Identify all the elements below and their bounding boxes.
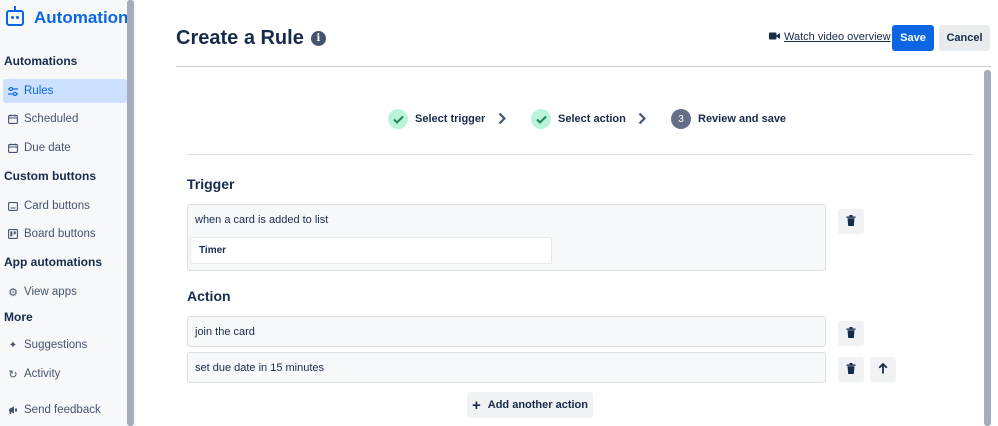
trigger-text: when a card is added to list — [195, 214, 329, 226]
step-review-and-save: 3 Review and save — [671, 109, 786, 129]
step-select-trigger: Select trigger — [388, 109, 485, 129]
sidebar-item-label: Send feedback — [24, 404, 101, 416]
section-heading-automations: Automations — [4, 54, 78, 68]
sidebar-item-scheduled[interactable]: Scheduled — [3, 107, 127, 131]
step-number: 3 — [671, 109, 691, 129]
delete-action-button[interactable] — [838, 357, 864, 382]
sidebar-item-card-buttons[interactable]: Card buttons — [3, 194, 127, 218]
chevron-right-icon — [638, 112, 647, 130]
brand[interactable]: Automation — [6, 6, 128, 30]
content-scrollbar[interactable] — [984, 70, 991, 426]
action-title: Action — [187, 288, 231, 304]
main-content: Create a Rule i Watch video overview Sav… — [136, 0, 998, 426]
refresh-icon: ↻ — [8, 368, 18, 381]
sidebar-item-send-feedback[interactable]: Send feedback — [3, 398, 127, 422]
action-text: join the card — [195, 326, 255, 338]
trigger-box[interactable]: when a card is added to list Timer — [187, 204, 826, 271]
page-title-text: Create a Rule — [176, 27, 304, 49]
sidebar-item-label: Scheduled — [24, 113, 79, 125]
sidebar: Automation Automations Rules Scheduled D… — [0, 0, 136, 426]
trash-icon — [846, 325, 856, 343]
move-up-button[interactable] — [870, 357, 896, 382]
sidebar-scrollbar[interactable] — [127, 0, 134, 426]
chevron-right-icon — [498, 112, 507, 130]
stepper-divider — [187, 154, 973, 155]
calendar-icon — [8, 114, 18, 124]
plus-icon: + — [472, 396, 481, 414]
delete-action-button[interactable] — [838, 321, 864, 346]
sidebar-item-view-apps[interactable]: ⚙ View apps — [3, 280, 127, 304]
video-camera-icon — [769, 31, 780, 43]
trigger-list-name: Timer — [199, 245, 227, 256]
megaphone-icon — [8, 405, 18, 415]
delete-trigger-button[interactable] — [838, 209, 864, 234]
info-icon[interactable]: i — [310, 31, 326, 46]
check-icon — [388, 109, 408, 129]
sidebar-item-suggestions[interactable]: ✦ Suggestions — [3, 333, 127, 357]
sidebar-item-label: Rules — [24, 85, 54, 97]
sidebar-item-label: Activity — [24, 368, 61, 380]
watch-video-label: Watch video overview — [784, 31, 891, 43]
arrow-up-icon — [878, 361, 888, 379]
sparkle-icon: ✦ — [8, 339, 18, 351]
trigger-list-field[interactable]: Timer — [190, 237, 552, 264]
sidebar-item-rules[interactable]: Rules — [3, 79, 127, 103]
sidebar-item-due-date[interactable]: Due date — [3, 136, 127, 160]
board-icon — [8, 229, 18, 239]
card-icon — [8, 201, 18, 211]
step-label: Select action — [558, 113, 626, 125]
section-heading-app-automations: App automations — [4, 255, 102, 269]
step-label: Select trigger — [415, 113, 486, 125]
sidebar-item-board-buttons[interactable]: Board buttons — [3, 222, 127, 246]
watch-video-link[interactable]: Watch video overview — [769, 31, 891, 43]
sidebar-item-label: Board buttons — [24, 228, 96, 240]
sidebar-item-label: Due date — [24, 142, 71, 154]
section-heading-more: More — [4, 310, 33, 324]
robot-icon — [6, 6, 24, 26]
sidebar-item-activity[interactable]: ↻ Activity — [3, 362, 127, 386]
calendar-icon — [8, 143, 18, 153]
sliders-icon — [8, 86, 18, 96]
sidebar-item-label: Card buttons — [24, 200, 90, 212]
add-action-label: Add another action — [487, 399, 588, 411]
cancel-button[interactable]: Cancel — [939, 25, 990, 51]
header-divider — [176, 66, 991, 67]
trash-icon — [846, 361, 856, 379]
check-icon — [531, 109, 551, 129]
sidebar-item-label: View apps — [24, 286, 77, 298]
brand-title: Automation — [34, 8, 129, 27]
gear-icon: ⚙ — [8, 286, 18, 299]
action-item[interactable]: join the card — [187, 316, 826, 347]
trigger-title: Trigger — [187, 176, 235, 192]
page-title: Create a Rule i — [176, 27, 326, 50]
action-text: set due date in 15 minutes — [195, 362, 325, 374]
step-select-action: Select action — [531, 109, 626, 129]
save-button[interactable]: Save — [892, 25, 934, 51]
trash-icon — [846, 213, 856, 231]
add-another-action-button[interactable]: + Add another action — [467, 392, 593, 418]
action-item[interactable]: set due date in 15 minutes — [187, 352, 826, 383]
section-heading-custom-buttons: Custom buttons — [4, 169, 96, 183]
sidebar-item-label: Suggestions — [24, 339, 88, 351]
step-label: Review and save — [698, 113, 787, 125]
